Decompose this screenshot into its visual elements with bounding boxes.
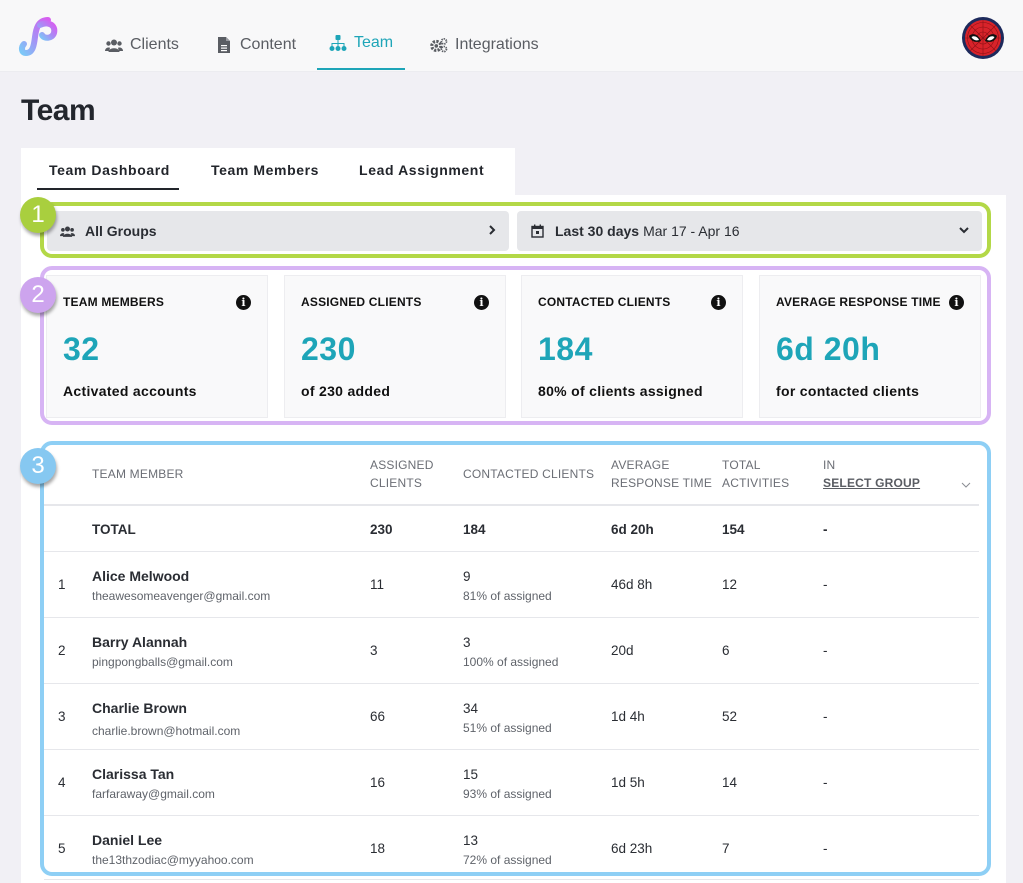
- nav-integrations[interactable]: Integrations: [430, 26, 539, 72]
- top-nav: Clients Content Team Integrations: [0, 0, 1023, 72]
- tab-team-members[interactable]: Team Members: [211, 148, 319, 195]
- tab-team-dashboard[interactable]: Team Dashboard: [37, 148, 179, 195]
- gears-icon: [430, 37, 448, 53]
- sitemap-icon: [329, 35, 347, 51]
- nav-clients[interactable]: Clients: [105, 26, 179, 72]
- nav-clients-label: Clients: [130, 36, 179, 53]
- callout-outline-stats: [40, 266, 991, 425]
- user-avatar[interactable]: [961, 16, 1005, 60]
- callout-badge-1: 1: [20, 197, 56, 233]
- nav-content[interactable]: Content: [215, 26, 296, 72]
- table-divider: [44, 879, 979, 880]
- nav-team-label: Team: [354, 34, 394, 51]
- tab-bar: Team Dashboard Team Members Lead Assignm…: [21, 148, 515, 195]
- nav-integrations-label: Integrations: [455, 36, 539, 53]
- callout-outline-table: [40, 441, 991, 876]
- tab-lead-assignment[interactable]: Lead Assignment: [359, 148, 484, 195]
- users-icon: [105, 37, 123, 53]
- callout-badge-3: 3: [20, 448, 56, 484]
- document-icon: [215, 37, 233, 53]
- app-logo[interactable]: [18, 17, 60, 59]
- callout-badge-2: 2: [20, 277, 56, 313]
- page-title: Team: [21, 94, 96, 127]
- nav-team[interactable]: Team: [316, 24, 406, 70]
- nav-content-label: Content: [240, 36, 297, 53]
- callout-outline-filters: [40, 202, 991, 258]
